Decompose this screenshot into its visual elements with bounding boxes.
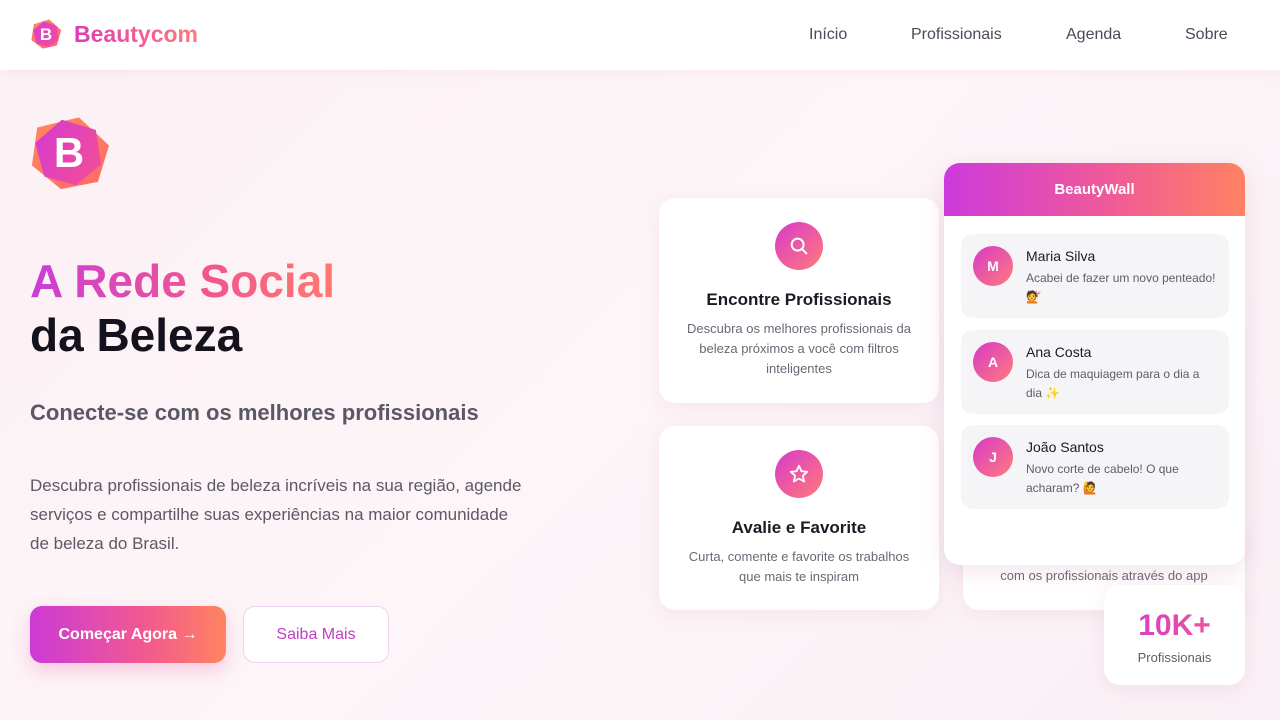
beautywall-panel: BeautyWall M Maria Silva Acabei de fazer… — [944, 163, 1245, 565]
start-now-button[interactable]: Começar Agora → — [30, 606, 226, 663]
learn-more-button[interactable]: Saiba Mais — [243, 606, 389, 663]
star-icon — [775, 450, 823, 498]
wall-post[interactable]: A Ana Costa Dica de maquiagem para o dia… — [961, 330, 1229, 414]
beautywall-title: BeautyWall — [944, 163, 1245, 216]
svg-text:B: B — [40, 25, 52, 44]
feature-description: com os profissionais através do app — [1000, 568, 1208, 583]
navbar: B Beautycom Início Profissionais Agenda … — [0, 0, 1280, 70]
feature-card-rate: Avalie e Favorite Curta, comente e favor… — [659, 426, 939, 610]
wall-post[interactable]: J João Santos Novo corte de cabelo! O qu… — [961, 425, 1229, 509]
nav-link-agenda[interactable]: Agenda — [1066, 26, 1121, 44]
brand-logo-icon: B — [31, 19, 62, 49]
post-text: Novo corte de cabelo! O que acharam? 🙋 — [1026, 462, 1179, 495]
stat-value: 10K+ — [1104, 609, 1245, 643]
nav-link-profissionais[interactable]: Profissionais — [911, 26, 1002, 44]
brand[interactable]: B Beautycom — [30, 18, 198, 50]
post-text: Acabei de fazer um novo penteado! 💇 — [1026, 271, 1216, 304]
brand-name[interactable]: Beautycom — [74, 21, 198, 48]
svg-text:B: B — [54, 129, 84, 176]
avatar: M — [973, 246, 1013, 286]
headline-line-2: da Beleza — [30, 309, 243, 361]
feature-card-find: Encontre Profissionais Descubra os melho… — [659, 198, 939, 403]
hero-description: Descubra profissionais de beleza incríve… — [30, 476, 522, 553]
stat-label: Profissionais — [1137, 650, 1212, 665]
hero-logo-icon: B — [31, 117, 110, 190]
post-author: Ana Costa — [1026, 344, 1092, 360]
post-text: Dica de maquiagem para o dia a dia ✨ — [1026, 367, 1200, 400]
feature-title: Avalie e Favorite — [731, 518, 867, 537]
feature-title: Encontre Profissionais — [706, 290, 892, 309]
feature-description: Descubra os melhores profissionais da be… — [687, 321, 911, 376]
avatar: A — [973, 342, 1013, 382]
avatar: J — [973, 437, 1013, 477]
post-author: Maria Silva — [1026, 248, 1096, 264]
hero-subheadline: Conecte-se com os melhores profissionais — [30, 400, 479, 425]
nav-link-sobre[interactable]: Sobre — [1185, 26, 1228, 44]
headline-line-1: A Rede Social — [30, 255, 336, 307]
feature-description: Curta, comente e favorite os trabalhos q… — [688, 549, 910, 584]
post-author: João Santos — [1026, 439, 1104, 455]
wall-post[interactable]: M Maria Silva Acabei de fazer um novo pe… — [961, 234, 1229, 318]
stat-card: 10K+ Profissionais — [1104, 585, 1245, 685]
hero-headline: A Rede Social da Beleza — [30, 254, 335, 362]
nav-link-inicio[interactable]: Início — [809, 26, 847, 44]
search-icon — [775, 222, 823, 270]
